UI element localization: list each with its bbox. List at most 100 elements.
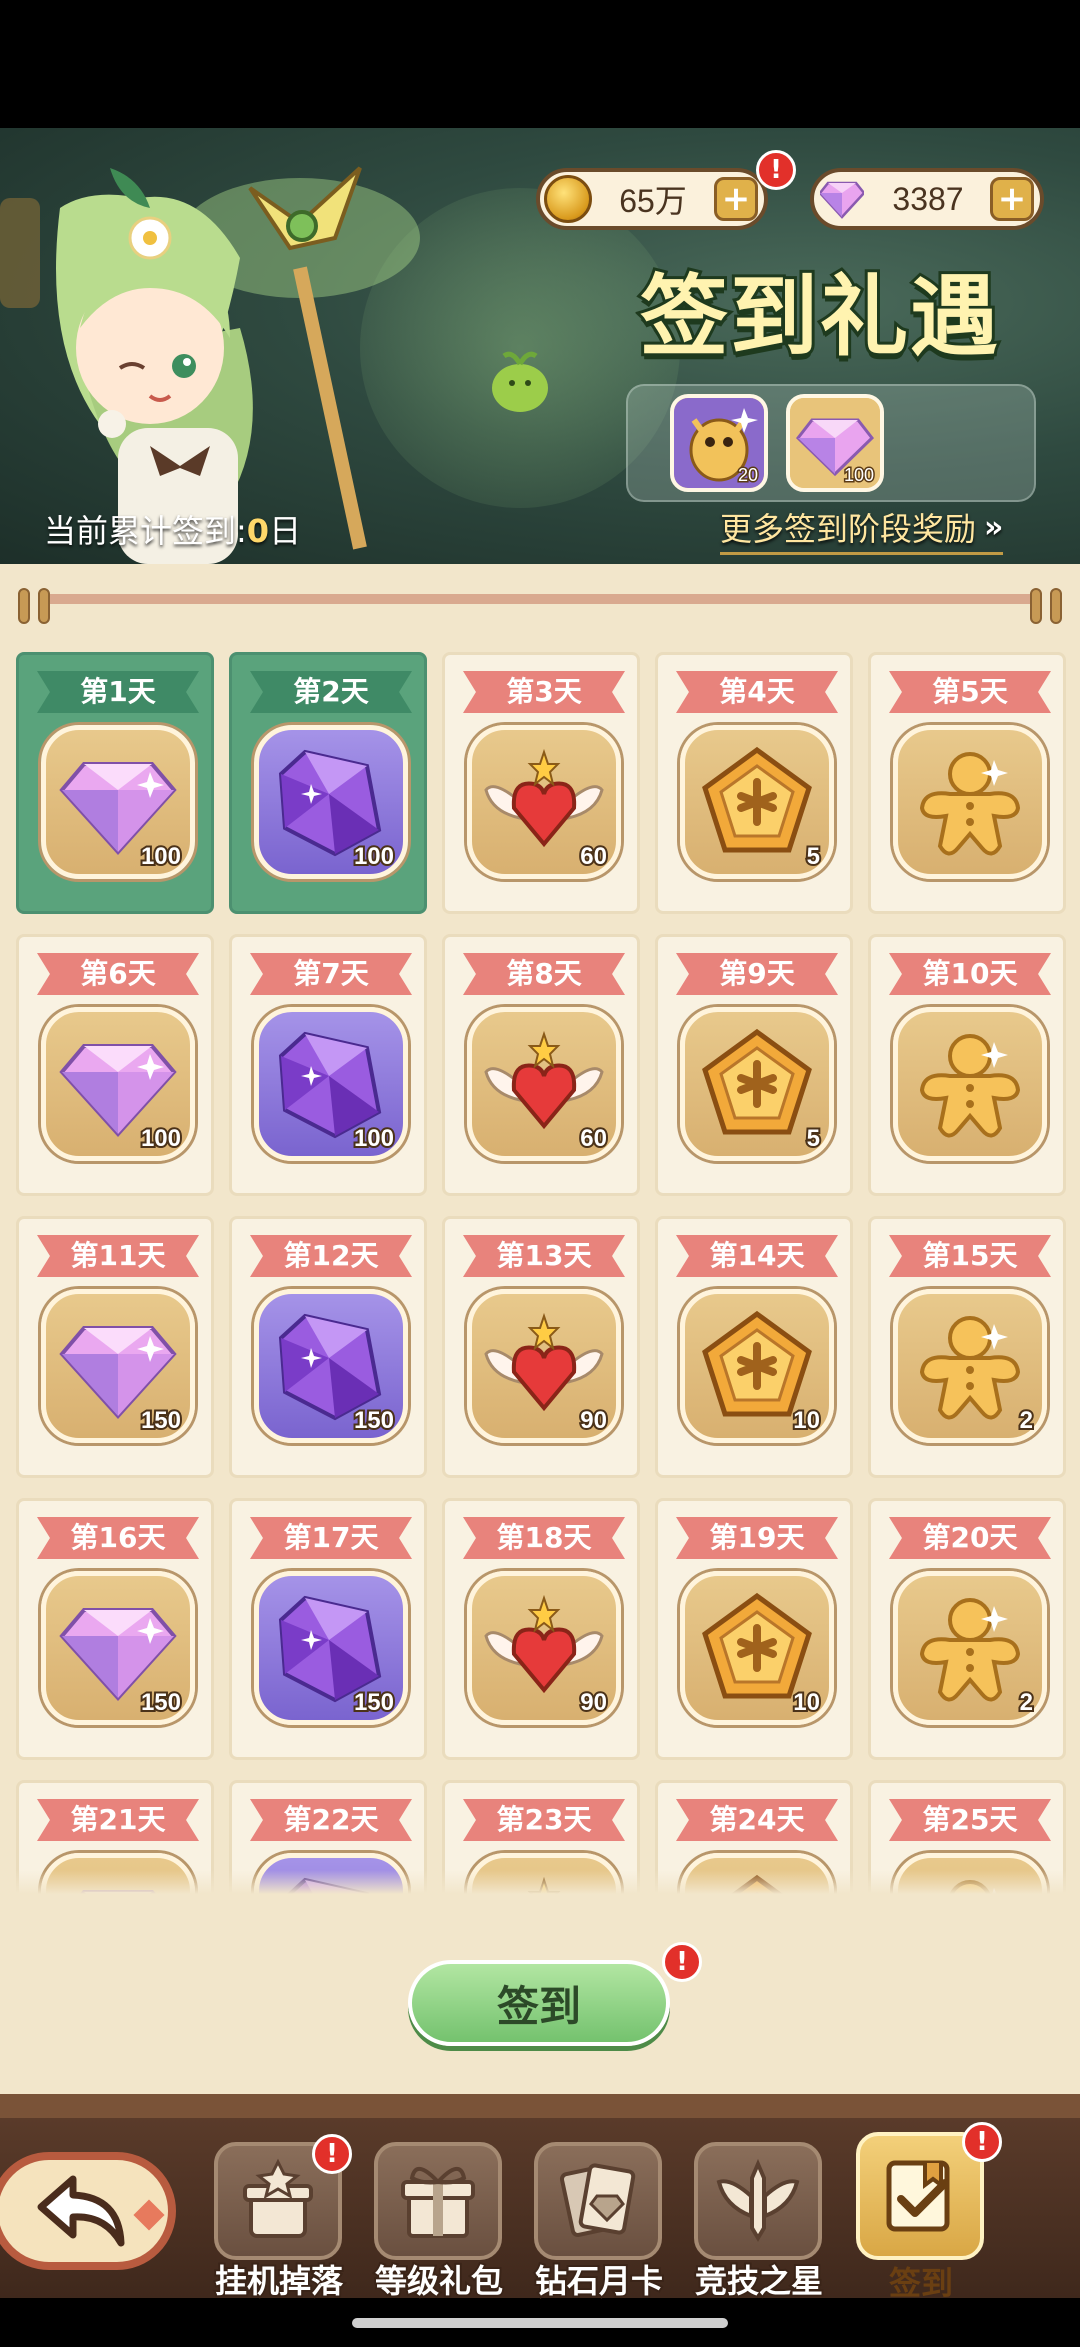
day-reward-card[interactable]: 第1天 100	[16, 652, 214, 914]
scroll-pin	[1050, 588, 1062, 624]
day-label: 第9天	[676, 953, 838, 995]
scroll-pin	[18, 588, 30, 624]
add-gold-button[interactable]: +	[714, 177, 758, 221]
day-reward-card[interactable]: 第9天 5	[655, 934, 853, 1196]
back-ornament	[133, 2199, 165, 2231]
day-reward-card[interactable]: 第20天 2	[868, 1498, 1066, 1760]
reward-quantity: 150	[139, 1687, 183, 1718]
reward-quantity: 100	[139, 1123, 183, 1154]
idle-drop-alert-badge: !	[312, 2134, 352, 2174]
gingerbread-icon	[919, 1316, 1021, 1420]
day-reward-card[interactable]: 第10天	[868, 934, 1066, 1196]
day-reward-card[interactable]: 第7天 100	[229, 934, 427, 1196]
reward-quantity: 2	[1018, 1405, 1035, 1436]
day-label: 第5天	[889, 671, 1051, 713]
nav-label: 竞技之星	[693, 2260, 825, 2302]
day-label: 第11天	[37, 1235, 199, 1277]
day-reward-card[interactable]: 第6天 100	[16, 934, 214, 1196]
cumulative-days: 0	[246, 512, 270, 550]
double-chevron-right-icon: »	[984, 509, 1004, 545]
day-label: 第23天	[463, 1799, 625, 1841]
day-reward-card[interactable]: 第4天 5	[655, 652, 853, 914]
day-label: 第16天	[37, 1517, 199, 1559]
nav-level-gift[interactable]: 等级礼包	[366, 2132, 512, 2302]
character-illustration	[0, 166, 548, 564]
gold-coin-icon	[544, 175, 592, 223]
day-label: 第19天	[676, 1517, 838, 1559]
idle-drop-icon	[243, 2158, 313, 2238]
cumulative-prefix: 当前累计签到:	[44, 512, 247, 550]
day-reward-card[interactable]: 第16天 150	[16, 1498, 214, 1760]
day-label: 第6天	[37, 953, 199, 995]
day-reward-card[interactable]: 第14天 10	[655, 1216, 853, 1478]
day-label: 第13天	[463, 1235, 625, 1277]
day-label: 第20天	[889, 1517, 1051, 1559]
nav-label: 钻石月卡	[533, 2260, 665, 2302]
signin-button[interactable]: 签到	[408, 1960, 670, 2046]
day-reward-card[interactable]: 第19天 10	[655, 1498, 853, 1760]
stage-reward-amount: 100	[842, 464, 875, 487]
panel-edge	[0, 2094, 1080, 2118]
status-bar	[0, 0, 1080, 128]
reward-quantity: 10	[791, 1687, 822, 1718]
stage-reward-diamond[interactable]: 100	[786, 394, 884, 492]
day-label: 第4天	[676, 671, 838, 713]
scroll-rod	[0, 564, 1080, 624]
gold-currency: 65万 +	[536, 168, 768, 230]
day-label: 第2天	[250, 671, 412, 713]
day-reward-card[interactable]: 第17天 150	[229, 1498, 427, 1760]
day-label: 第14天	[676, 1235, 838, 1277]
home-indicator[interactable]	[352, 2318, 728, 2328]
reward-frame	[893, 725, 1047, 879]
gift-box-icon	[401, 2167, 475, 2238]
stage-rewards-panel[interactable]: 20 100	[626, 384, 1036, 502]
day-reward-card[interactable]: 第5天	[868, 652, 1066, 914]
cumulative-signin-text: 当前累计签到:0日	[44, 506, 301, 552]
day-reward-card[interactable]: 第18天 90	[442, 1498, 640, 1760]
reward-quantity: 100	[139, 841, 183, 872]
add-diamond-button[interactable]: +	[990, 177, 1034, 221]
banner-title: 签到礼遇	[637, 262, 1001, 371]
day-label: 第24天	[676, 1799, 838, 1841]
day-label: 第3天	[463, 671, 625, 713]
nav-diamond-monthly-card[interactable]: 钻石月卡	[526, 2132, 672, 2302]
reward-quantity: 150	[139, 1405, 183, 1436]
day-reward-card[interactable]: 第13天 90	[442, 1216, 640, 1478]
checkin-icon	[886, 2160, 950, 2232]
reward-quantity: 60	[578, 1123, 609, 1154]
day-label: 第15天	[889, 1235, 1051, 1277]
day-reward-card[interactable]: 第8天 60	[442, 934, 640, 1196]
day-reward-card[interactable]: 第3天 60	[442, 652, 640, 914]
day-label: 第1天	[37, 671, 199, 713]
gingerbread-icon	[919, 1034, 1021, 1138]
day-label: 第8天	[463, 953, 625, 995]
reward-quantity: 150	[352, 1405, 396, 1436]
day-label: 第10天	[889, 953, 1051, 995]
pentagon-medal-icon	[702, 1028, 812, 1135]
day-label: 第21天	[37, 1799, 199, 1841]
diamond-amount: 3387	[892, 180, 964, 217]
cumulative-suffix: 日	[269, 512, 302, 550]
gold-amount: 65万	[619, 183, 687, 219]
day-reward-card[interactable]: 第2天 100	[229, 652, 427, 914]
nav-label: 等级礼包	[373, 2260, 505, 2302]
day-reward-card[interactable]: 第11天 150	[16, 1216, 214, 1478]
daily-rewards-scroll[interactable]: 第1天 100 第2天 100 第3天 60 第4天 5 第5天 第6天 100 第7天 100 第8天 6…	[0, 564, 1080, 1896]
stage-reward-dragon[interactable]: 20	[670, 394, 768, 492]
day-reward-card[interactable]: 第15天 2	[868, 1216, 1066, 1478]
reward-quantity: 90	[578, 1687, 609, 1718]
nav-arena-star[interactable]: 竞技之星	[686, 2132, 832, 2302]
gingerbread-icon	[919, 1598, 1021, 1702]
day-label: 第17天	[250, 1517, 412, 1559]
day-reward-card[interactable]: 第12天 150	[229, 1216, 427, 1478]
gingerbread-icon	[919, 752, 1021, 856]
day-label: 第25天	[889, 1799, 1051, 1841]
reward-frame	[893, 1007, 1047, 1161]
more-stage-rewards-link[interactable]: 更多签到阶段奖励 »	[720, 504, 1004, 555]
reward-quantity: 5	[805, 1123, 822, 1154]
diamond-icon	[818, 175, 866, 223]
scroll-pin	[1030, 588, 1042, 624]
reward-quantity: 10	[791, 1405, 822, 1436]
back-button[interactable]	[0, 2152, 176, 2270]
signin-nav-alert-badge: !	[962, 2122, 1002, 2162]
